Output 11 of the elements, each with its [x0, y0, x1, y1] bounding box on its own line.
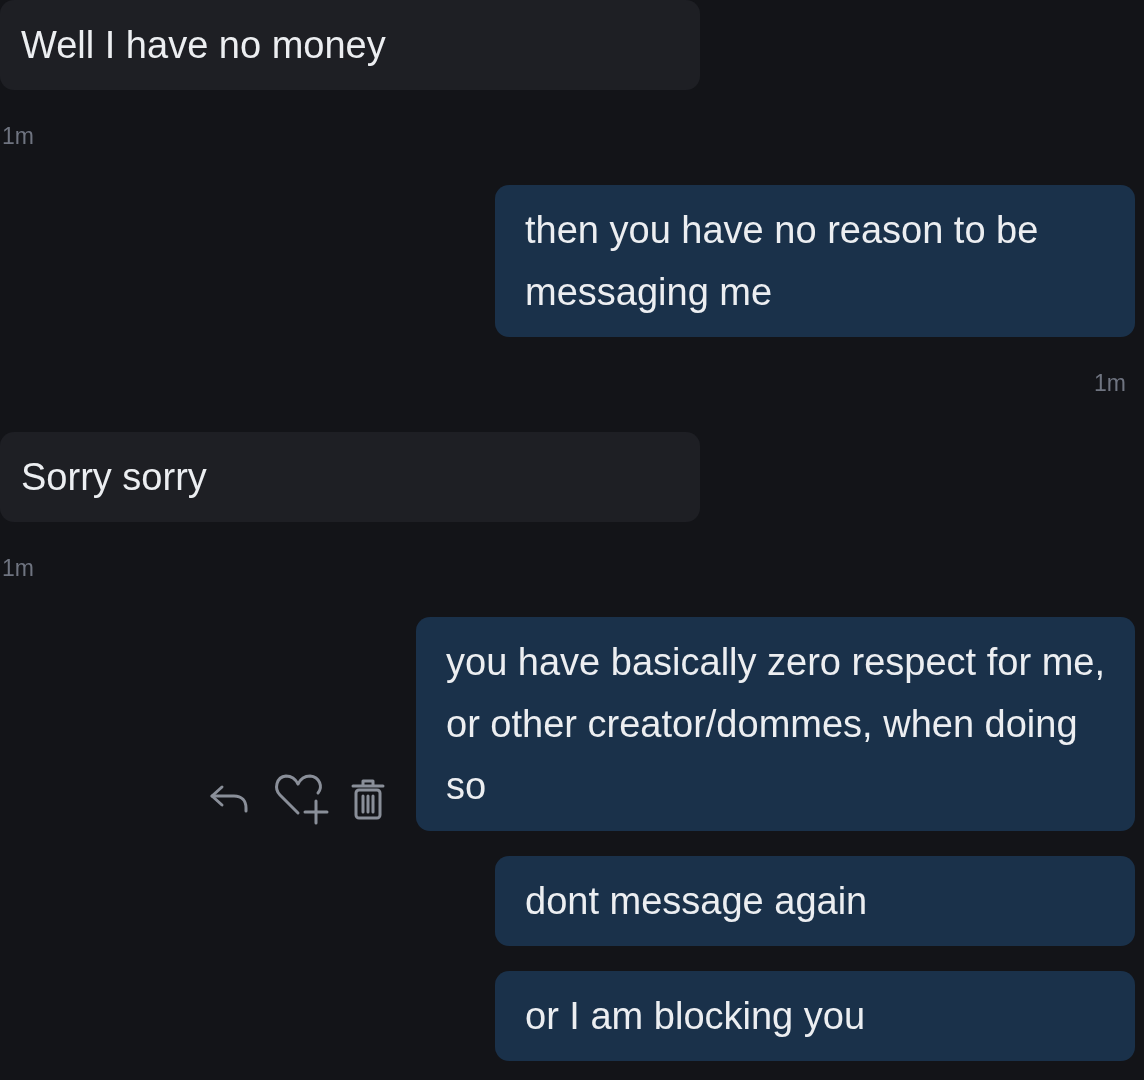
message-time: 1m	[1, 554, 34, 583]
received-message: Sorry sorry	[0, 432, 700, 522]
heart-plus-icon[interactable]	[272, 773, 330, 825]
sent-message: or I am blocking you	[495, 971, 1135, 1061]
received-message: Well I have no money	[0, 0, 700, 90]
sent-message: then you have no reason to be messaging me	[495, 185, 1135, 337]
message-time: 1m	[1, 122, 34, 151]
message-time: 1m	[1094, 369, 1127, 398]
trash-icon[interactable]	[350, 778, 386, 820]
sent-message: you have basically zero respect for me, or other creator/dommes, when doing so	[416, 617, 1135, 831]
sent-message: dont message again	[495, 856, 1135, 946]
